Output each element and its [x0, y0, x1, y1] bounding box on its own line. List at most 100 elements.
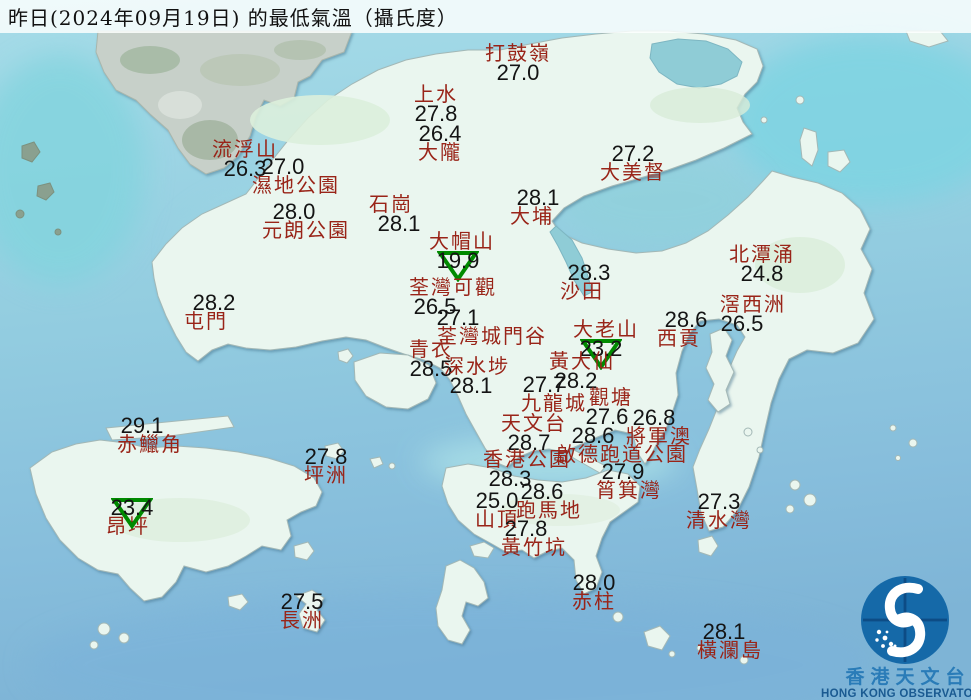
station-label: 香港公園 28.3: [483, 447, 571, 490]
station-name: 荃灣城門谷: [437, 324, 547, 348]
station-min-temp-value: 19.9: [436, 248, 480, 273]
station-label: 26.4 大隴: [418, 121, 462, 164]
station-min-temp: 27.8: [414, 101, 458, 126]
station-label: 27.8 黃竹坑: [501, 518, 567, 559]
station-label: 28.3 沙田: [560, 262, 610, 303]
station-min-temp-value: 28.7: [507, 430, 551, 455]
station-min-temp-value: 27.7: [522, 372, 566, 397]
station-label: 27.9 筲箕灣: [596, 459, 662, 501]
station-name: 大隴: [418, 140, 462, 164]
station-name: 沙田: [560, 279, 604, 303]
station-min-temp-value: 27.8: [414, 101, 458, 126]
station-name: 滘西洲: [720, 292, 786, 316]
station-min-temp-value: 28.1: [702, 619, 746, 644]
station-min-temp-value: 27.9: [601, 459, 645, 484]
station-min-temp-value: 27.1: [436, 305, 480, 330]
station-min-temp-value: 23.4: [110, 495, 154, 520]
station-name: 大埔: [510, 204, 554, 228]
station-min-temp-value: 28.3: [488, 466, 532, 491]
station-name: 青衣: [409, 337, 453, 361]
station-min-temp-value: 29.1: [120, 413, 164, 438]
station-name: 天文台: [501, 411, 567, 435]
station-label: 石崗 28.1: [369, 192, 420, 235]
station-label: 北潭涌 24.8: [729, 244, 795, 286]
station-min-temp-value: 27.8: [504, 516, 548, 541]
station-min-temp-value: 28.6: [571, 423, 615, 448]
station-min-temp-value: 28.5: [409, 356, 453, 381]
station-min-temp: 26.3: [212, 158, 278, 180]
station-min-temp: 28.1: [691, 619, 757, 644]
logo-name-english: HONG KONG OBSERVATORY: [821, 688, 971, 700]
station-min-temp: 28.0: [250, 201, 338, 223]
station-label: 大帽山 19.9: [429, 231, 495, 282]
station-min-temp: 23.4: [110, 495, 154, 529]
station-name: 啟德跑道公園: [556, 442, 688, 466]
observatory-logo-icon: [861, 576, 949, 664]
stations-layer: 打鼓嶺 27.0 上水 27.8 26.4 大隴 流浮山 26.3 27.0 濕地公園 27.2 大美…: [0, 0, 971, 700]
station-name: 深水埗: [444, 354, 510, 378]
station-min-temp: 25.0: [475, 488, 519, 513]
station-label: 27.7 九龍城: [521, 372, 587, 415]
station-label: 27.2 大美督: [600, 141, 666, 183]
station-name: 元朗公園: [262, 218, 350, 242]
station-min-temp: 28.3: [466, 466, 554, 491]
station-name: 橫瀾島: [697, 638, 763, 662]
station-min-temp: 27.6: [585, 406, 629, 428]
station-label: 深水埗 28.1: [444, 354, 510, 397]
station-name: 九龍城: [521, 391, 587, 415]
hko-logo: 香港天文台 HONG KONG OBSERVATORY: [821, 576, 971, 700]
station-name: 石崗: [369, 192, 413, 216]
station-label: 25.0 山頂: [475, 488, 519, 531]
station-min-temp: 26.5: [391, 294, 479, 319]
station-name: 赤柱: [572, 589, 616, 613]
station-min-temp: 28.3: [567, 262, 611, 284]
station-min-temp-value: 27.5: [280, 589, 324, 614]
station-name: 昂坪: [106, 514, 150, 538]
station-name: 濕地公園: [252, 173, 340, 197]
station-min-temp: 28.1: [438, 373, 504, 398]
station-name: 黃竹坑: [501, 535, 567, 559]
station-min-temp-value: 28.1: [449, 373, 493, 398]
station-min-temp-value: 28.1: [377, 211, 421, 236]
station-name: 荃灣可觀: [409, 275, 497, 299]
station-min-temp-value: 28.1: [516, 185, 560, 210]
station-min-temp-value: 27.8: [304, 444, 348, 469]
station-min-temp-value: 25.0: [475, 488, 519, 513]
station-min-temp-value: 27.3: [697, 489, 741, 514]
station-min-temp: 27.5: [280, 589, 324, 614]
station-label: 27.0 濕地公園: [252, 154, 340, 197]
station-label: 27.1 荃灣城門谷: [436, 305, 547, 348]
station-min-temp: 28.5: [409, 356, 453, 381]
station-min-temp: 28.6: [664, 309, 708, 331]
station-name: 屯門: [184, 309, 228, 333]
station-min-temp: 26.5: [709, 313, 775, 335]
station-label: 28.0 元朗公園: [262, 201, 350, 242]
station-min-temp-value: 24.8: [740, 261, 784, 286]
station-name: 將軍澳: [626, 424, 692, 448]
map-title: 昨日(2024年09月19日) 的最低氣溫（攝氏度）: [8, 6, 458, 30]
station-min-temp-value: 26.5: [413, 294, 457, 319]
station-min-temp: 28.0: [572, 570, 616, 595]
station-label: 上水 27.8: [414, 84, 458, 126]
station-name: 西貢: [657, 326, 701, 350]
station-label: 26.8 將軍澳: [626, 407, 692, 448]
station-min-temp: 27.8: [493, 516, 559, 541]
station-min-temp-value: 27.0: [496, 60, 540, 85]
station-name: 長洲: [280, 608, 324, 632]
station-name: 山頂: [475, 507, 519, 531]
station-label: 28.6 啟德跑道公園: [556, 423, 688, 466]
station-min-temp-value: 28.2: [192, 290, 236, 315]
station-label: 大老山 23.2: [573, 317, 639, 370]
station-min-temp-value: 28.2: [554, 368, 598, 393]
station-label: 27.3 清水灣: [686, 489, 752, 531]
station-name: 香港公園: [483, 447, 571, 471]
station-min-temp-value: 27.2: [611, 141, 655, 166]
station-min-temp-value: 28.0: [572, 570, 616, 595]
station-min-temp-value: 28.6: [520, 479, 564, 504]
station-min-temp-value: 26.4: [418, 121, 462, 146]
station-name: 大老山: [573, 317, 639, 341]
station-min-temp: 28.7: [496, 430, 562, 455]
station-min-temp: 27.0: [485, 60, 551, 85]
station-min-temp-value: 27.0: [261, 154, 305, 179]
station-min-temp: 28.2: [543, 368, 609, 393]
